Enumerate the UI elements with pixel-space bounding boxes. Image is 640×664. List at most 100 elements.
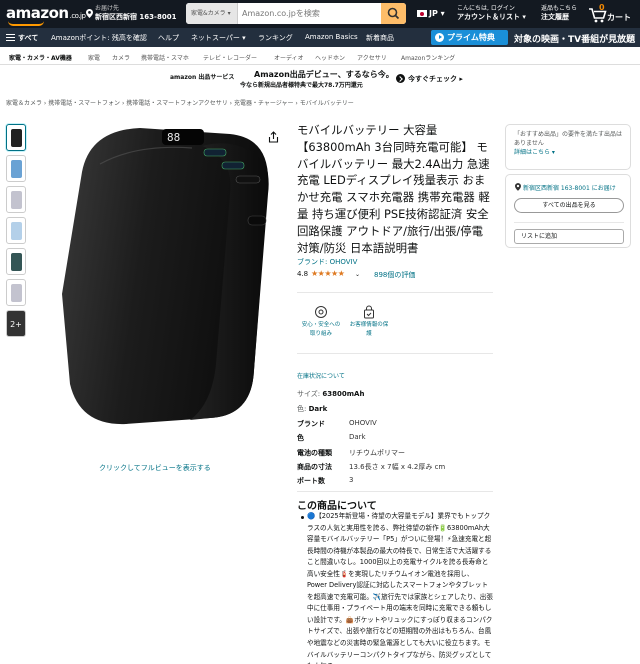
spec-key: 商品の寸法 <box>297 462 332 471</box>
subnav-item-accessories[interactable]: アクセサリ <box>357 53 387 62</box>
spec-value: リチウムポリマー <box>349 448 405 457</box>
thumbnail-list: 2+ <box>6 124 26 341</box>
hamburger-menu-icon[interactable] <box>6 34 15 41</box>
orders-link[interactable]: 返品もこちら 注文履歴 <box>541 4 577 22</box>
spec-key: 電池の種類 <box>297 448 332 457</box>
prime-video-promo[interactable]: 対象の映画・TV番組が見放題 <box>514 32 635 45</box>
add-to-list-button[interactable]: リストに追加 <box>514 229 624 244</box>
spec-value: 3 <box>349 476 354 485</box>
banner-check-link[interactable]: 今すぐチェック ▸ <box>408 74 463 84</box>
product-image[interactable]: 88 <box>40 124 288 454</box>
breadcrumb[interactable]: 家電＆カメラ › 携帯電話・スマートフォン › 携帯電話・スマートフォンアクセサ… <box>6 98 354 107</box>
bullet-icon <box>301 516 304 519</box>
deliver-label: お届け先 <box>95 5 120 12</box>
subnav-item-phones[interactable]: 携帯電話・スマホ <box>141 53 189 62</box>
trust-badges: 安心・安全への取り組み お客様情報の保護 <box>297 297 417 345</box>
thumbnail[interactable] <box>6 155 26 182</box>
stock-info-link[interactable]: 在庫状況について <box>297 371 345 380</box>
language-selector[interactable]: JP ▾ <box>417 9 445 18</box>
top-nav: amazon.co.jp お届け先 新宿区西新宿 163-8001 家電&カメラ… <box>0 0 640 28</box>
more-images-button[interactable]: 2+ <box>6 310 26 337</box>
search-category-select[interactable]: 家電&カメラ ▾ <box>186 3 238 24</box>
color-selector[interactable]: 色: Dark <box>297 404 327 414</box>
subnav-item-headphones[interactable]: ヘッドホン <box>315 53 345 62</box>
see-all-offers-button[interactable]: すべての出品を見る <box>514 198 624 213</box>
location-pin-icon <box>515 183 521 191</box>
cart-button[interactable]: 0 カート <box>588 3 634 24</box>
spec-row: 色 Dark <box>297 433 493 447</box>
thumbnail[interactable] <box>6 124 26 151</box>
divider <box>514 222 624 223</box>
delivery-location-text: 新宿区西新宿 163-8001 にお届け <box>523 185 616 192</box>
secondary-nav: すべて Amazonポイント: 残高を確認 ヘルプ ネットスーパー ▾ ランキン… <box>0 28 640 47</box>
privacy-badge[interactable]: お客様情報の保護 <box>349 305 389 339</box>
about-heading: この商品について <box>297 501 377 512</box>
subnav-item-appliances[interactable]: 家電 <box>88 53 100 62</box>
buy-box: 新宿区西新宿 163-8001 にお届け すべての出品を見る リストに追加 <box>505 174 631 248</box>
details-link[interactable]: 詳細はこちら ▾ <box>514 148 622 157</box>
subnav-item-electronics[interactable]: 家電・カメラ・AV機器 <box>9 53 72 62</box>
privacy-badge-label: お客様情報の保護 <box>349 322 389 337</box>
size-value: 63800mAh <box>322 390 365 398</box>
returns-label: 返品もこちら <box>541 5 578 12</box>
thumbnail[interactable] <box>6 217 26 244</box>
banner-subline: 今なら新規出品者様特典で最大78.7万円還元 <box>240 82 363 89</box>
deliver-address: 新宿区西新宿 163-8001 <box>95 13 177 21</box>
svg-text:88: 88 <box>167 131 180 144</box>
share-icon[interactable] <box>268 131 279 143</box>
delivery-location[interactable]: 新宿区西新宿 163-8001 にお届け <box>515 183 616 192</box>
logo-suffix: .co.jp <box>69 12 86 20</box>
color-label: 色: <box>297 405 309 413</box>
nav-item-help[interactable]: ヘルプ <box>158 33 179 43</box>
subnav-item-ranking[interactable]: Amazonランキング <box>401 53 455 62</box>
account-label: アカウント＆リスト ▾ <box>457 13 526 21</box>
prime-label: プライム特典 <box>447 33 495 42</box>
brand-link[interactable]: ブランド: OHOVIV <box>297 257 493 267</box>
cart-icon <box>589 8 607 23</box>
thumbnail[interactable] <box>6 279 26 306</box>
orders-label: 注文履歴 <box>541 13 569 21</box>
nav-item-ranking[interactable]: ランキング <box>258 33 293 43</box>
seller-banner[interactable]: amazon 出品サービス Amazon出品デビュー、するなら今。 今なら新規出… <box>160 66 480 92</box>
thumbnail-image <box>11 253 22 271</box>
search-icon <box>387 7 400 20</box>
subnav-item-camera[interactable]: カメラ <box>112 53 130 62</box>
size-selector[interactable]: サイズ: 63800mAh <box>297 389 364 399</box>
subnav-item-audio[interactable]: オーディオ <box>274 53 304 62</box>
about-bullet: 🔵【2025年新登場・待望の大容量モデル】業界でもトップクラスの人気と実用性を誇… <box>297 511 493 664</box>
rating-stars[interactable]: ★★★★★ <box>311 269 345 278</box>
color-value: Dark <box>308 405 328 413</box>
chevron-down-icon[interactable]: ⌄ <box>355 271 360 278</box>
lock-check-icon <box>364 305 374 319</box>
safety-badge-label: 安心・安全への取り組み <box>301 322 341 337</box>
thumbnail-image <box>11 222 22 240</box>
prime-button[interactable]: プライム特典 <box>431 30 508 45</box>
location-pin-icon <box>86 9 93 18</box>
spec-key: ブランド <box>297 420 325 428</box>
shield-gear-icon <box>315 306 327 318</box>
thumbnail[interactable] <box>6 248 26 275</box>
spec-row: 商品の寸法 13.6長さ x 7幅 x 4.2厚み cm <box>297 462 493 476</box>
nav-item-new[interactable]: 新着商品 <box>366 33 394 43</box>
safety-badge[interactable]: 安心・安全への取り組み <box>301 305 341 339</box>
thumbnail[interactable] <box>6 186 26 213</box>
category-subnav: 家電・カメラ・AV機器 家電 カメラ 携帯電話・スマホ テレビ・レコーダー オー… <box>0 47 640 65</box>
deliver-to[interactable]: お届け先 新宿区西新宿 163-8001 <box>86 4 176 22</box>
spec-value: OHOVIV <box>349 419 377 427</box>
account-menu[interactable]: こんにちは, ログイン アカウント＆リスト ▾ <box>457 4 526 22</box>
subnav-item-tv[interactable]: テレビ・レコーダー <box>203 53 257 62</box>
full-view-caption[interactable]: クリックしてフルビューを表示する <box>99 463 211 473</box>
offer-notice: 「おすすめ出品」の要件を満たす出品はありません 詳細はこちら ▾ <box>505 124 631 170</box>
amazon-logo[interactable]: amazon.co.jp <box>6 4 86 26</box>
nav-item-netsuper[interactable]: ネットスーパー ▾ <box>191 33 246 43</box>
search-input[interactable]: Amazon.co.jpを検索 <box>242 3 320 24</box>
nav-item-points[interactable]: Amazonポイント: 残高を確認 <box>51 33 147 43</box>
nav-all[interactable]: すべて <box>18 33 38 43</box>
search-button[interactable] <box>381 3 406 24</box>
spec-key: 色 <box>297 434 304 443</box>
nav-item-basics[interactable]: Amazon Basics <box>305 33 358 41</box>
thumbnail-image <box>11 284 22 302</box>
japan-flag-icon <box>417 10 427 17</box>
spec-row: ポート数 3 <box>297 476 493 490</box>
rating-count-link[interactable]: 898個の評価 <box>374 270 415 280</box>
